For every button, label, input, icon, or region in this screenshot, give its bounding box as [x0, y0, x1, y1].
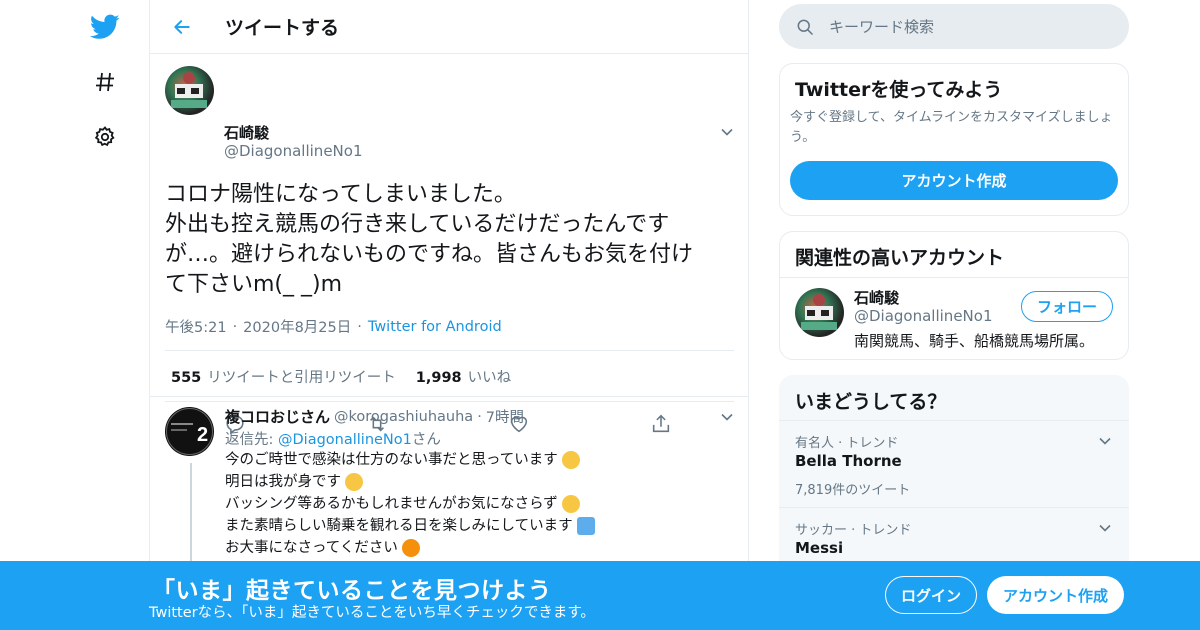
signup-banner: 「いま」起きていることを見つけよう Twitterなら、「いま」起きていることを…	[0, 561, 1200, 630]
trends-card: いまどうしてる？ 有名人 · トレンド Bella Thorne 7,819件の…	[779, 375, 1129, 575]
related-card-title: 関連性の高いアカウント	[795, 247, 1005, 269]
signup-card: Twitterを使ってみよう 今すぐ登録して、タイムラインをカスタマイズしましょ…	[779, 63, 1129, 216]
reply-line-text: 今のご時世で感染は仕方のない事だと思っています	[225, 452, 558, 468]
reply-to-line: 返信先: @DiagonallineNo1さん	[225, 428, 441, 449]
meta-separator: ·	[232, 318, 238, 335]
meta-separator: ·	[477, 408, 482, 425]
related-account-bio: 南関競馬、騎手、船橋競馬場所属。	[854, 332, 1095, 350]
trend-count: 7,819件のツイート	[795, 483, 911, 498]
related-account-handle[interactable]: @DiagonallineNo1	[854, 307, 993, 325]
chevron-down-icon[interactable]	[719, 124, 735, 140]
author-handle[interactable]: @DiagonallineNo1	[224, 142, 363, 160]
tweet-text: コロナ陽性になってしまいました。 外出も控え競馬の行き来しているだけだったんです…	[165, 182, 694, 297]
main-column: ツイートする 石崎駿 @DiagonallineNo1 コロナ陽性になってしまい…	[149, 0, 749, 630]
tweet-date[interactable]: 2020年8月25日	[243, 316, 351, 337]
related-accounts-card: 関連性の高いアカウント 石崎駿 @DiagonallineNo1 南関競馬、騎手…	[779, 231, 1129, 360]
reply-line-text: 明日は我が身です	[225, 474, 341, 490]
banner-subtitle: Twitterなら、「いま」起きていることをいち早くチェックできます。	[149, 605, 595, 621]
reply-text-line: 明日は我が身です	[225, 471, 595, 493]
musical-notes-emoji-icon	[576, 517, 595, 535]
reply-time[interactable]: 7時間	[486, 406, 524, 427]
raised-fist-emoji-icon	[561, 495, 580, 513]
reply-avatar[interactable]: 2	[165, 407, 214, 456]
anxious-face-emoji-icon	[561, 451, 580, 469]
banner-create-account-button[interactable]: アカウント作成	[987, 576, 1124, 614]
thread-line	[190, 463, 192, 573]
reply-author-handle[interactable]: @korogashiuhauha	[334, 409, 473, 425]
reply-line-text: バッシング等あるかもしれませんがお気になさらず	[225, 496, 558, 512]
retweets-count: 555	[171, 369, 202, 386]
reply-text-line: バッシング等あるかもしれませんがお気になさらず	[225, 493, 595, 515]
trends-card-title: いまどうしてる？	[795, 391, 947, 413]
reply-text-line: お大事になさってください	[225, 537, 595, 559]
reply-text: 今のご時世で感染は仕方のない事だと思っています 明日は我が身です バッシング等あ…	[225, 449, 595, 559]
retweets-label: リツイートと引用リツイート	[207, 369, 396, 386]
meta-separator: ·	[357, 318, 362, 335]
likes-stat[interactable]: 1,998 いいね	[416, 366, 511, 387]
signup-card-title: Twitterを使ってみよう	[795, 79, 1003, 101]
reply-header: 複コロおじさん @korogashiuhauha · 7時間	[225, 406, 524, 427]
search-bar[interactable]	[779, 4, 1129, 49]
twitter-bird-icon[interactable]	[90, 12, 120, 42]
tweet-stats: 555 リツイートと引用リツイート 1,998 いいね	[165, 350, 734, 402]
related-account-name[interactable]: 石崎駿	[854, 287, 899, 308]
reply-to-handle[interactable]: @DiagonallineNo1	[278, 432, 412, 448]
reply-avatar-number: 2	[197, 424, 208, 446]
divider	[780, 277, 1128, 278]
trend-item[interactable]: 有名人 · トレンド Bella Thorne 7,819件のツイート	[779, 420, 1129, 507]
left-nav	[80, 0, 130, 630]
search-input[interactable]	[829, 17, 1109, 36]
likes-count: 1,998	[415, 369, 462, 386]
chevron-down-icon[interactable]	[719, 409, 735, 425]
trend-category: 有名人 · トレンド	[795, 436, 899, 451]
explore-hashtag-icon[interactable]	[90, 67, 120, 97]
reply-line-text: お大事になさってください	[225, 540, 398, 556]
sidebar: Twitterを使ってみよう 今すぐ登録して、タイムラインをカスタマイズしましょ…	[779, 0, 1129, 630]
likes-label: いいね	[467, 369, 512, 386]
tweet-source-link[interactable]: Twitter for Android	[368, 319, 502, 335]
chevron-down-icon[interactable]	[1097, 433, 1113, 449]
follow-button[interactable]: フォロー	[1021, 291, 1113, 322]
avatar[interactable]	[165, 66, 214, 115]
trend-name: Bella Thorne	[795, 452, 902, 470]
retweets-stat[interactable]: 555 リツイートと引用リツイート	[171, 366, 396, 387]
create-account-button[interactable]: アカウント作成	[790, 161, 1118, 200]
page-title: ツイートする	[225, 17, 340, 39]
page-header: ツイートする	[150, 0, 748, 54]
search-icon	[795, 17, 815, 37]
trend-category: サッカー · トレンド	[795, 523, 912, 538]
tweet-meta: 午後5:21 · 2020年8月25日 · Twitter for Androi…	[165, 316, 502, 337]
reply-text-line: また素晴らしい騎乗を観れる日を楽しみにしています	[225, 515, 595, 537]
settings-gear-icon[interactable]	[90, 122, 120, 152]
reply-author-name[interactable]: 複コロおじさん	[225, 406, 330, 427]
trend-name: Messi	[795, 539, 844, 557]
back-arrow-icon[interactable]	[167, 12, 197, 42]
login-button[interactable]: ログイン	[885, 576, 977, 614]
avatar[interactable]	[795, 288, 844, 337]
author-name[interactable]: 石崎駿	[224, 122, 269, 143]
tweet-time[interactable]: 午後5:21	[165, 316, 227, 337]
reply-line-text: また素晴らしい騎乗を観れる日を楽しみにしています	[225, 518, 573, 534]
reply-text-line: 今のご時世で感染は仕方のない事だと思っています	[225, 449, 595, 471]
chevron-down-icon[interactable]	[1097, 520, 1113, 536]
bowing-person-emoji-icon	[401, 539, 420, 557]
reply-to-suffix: さん	[411, 432, 441, 448]
banner-title: 「いま」起きていることを見つけよう	[152, 578, 552, 604]
signup-card-description: 今すぐ登録して、タイムラインをカスタマイズしましょう。	[790, 110, 1113, 145]
reply-to-prefix: 返信先:	[225, 432, 278, 448]
sweat-smile-emoji-icon	[345, 473, 363, 491]
